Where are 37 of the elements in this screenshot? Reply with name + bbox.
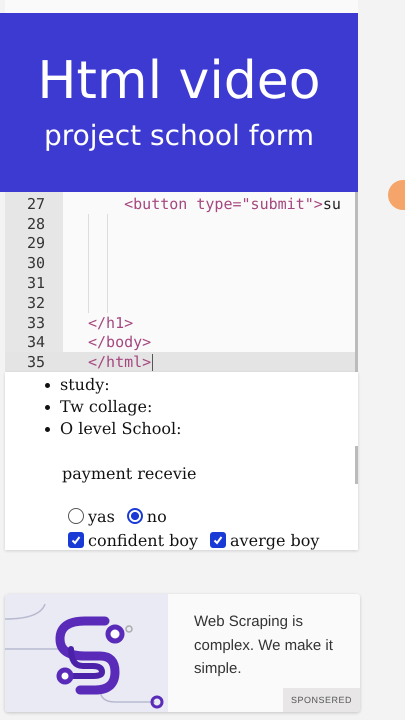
- line-number: 31: [26, 274, 46, 292]
- code-text: </h1>: [88, 314, 134, 332]
- checkbox[interactable]: [68, 532, 84, 548]
- line-number: 35: [26, 353, 46, 372]
- code-text: <button type="submit">su: [123, 194, 341, 213]
- ad-text: Web Scraping is complex. We make it simple.: [194, 612, 334, 679]
- list-item: Tw collage:: [60, 396, 152, 418]
- radio-label: yas: [88, 506, 115, 526]
- paragraph-text: payment recevie: [62, 463, 196, 485]
- list-item: study:: [60, 374, 110, 396]
- checkbox-label: averge boy: [230, 530, 320, 550]
- sponsored-label: SPONSERED: [282, 688, 360, 712]
- check-icon: [212, 534, 224, 546]
- scrollbar[interactable]: [355, 446, 358, 484]
- bullet-icon: [45, 404, 50, 410]
- code-text: </body>: [88, 333, 152, 352]
- line-number: 30: [26, 254, 46, 272]
- caption-subtitle: project school form: [44, 118, 314, 152]
- check-icon: [70, 534, 82, 546]
- line-number: 28: [26, 214, 46, 233]
- ad-card[interactable]: Web Scraping is complex. We make it simple. SPONSERED: [5, 594, 360, 712]
- code-text: </html>: [88, 353, 152, 372]
- radio-button[interactable]: [68, 508, 84, 524]
- code-editor[interactable]: 27 <button type="submit">su 28 29 30 31 32 33 </h1> 34 </body> 35 </html>: [5, 192, 358, 372]
- line-number: 29: [26, 234, 46, 252]
- line-number: 34: [26, 333, 46, 352]
- radio-label: no: [146, 506, 167, 526]
- caption-title: Html video: [37, 53, 321, 111]
- line-number: 32: [26, 294, 46, 312]
- checkbox[interactable]: [210, 532, 226, 548]
- line-number: 33: [26, 314, 46, 332]
- list-item: O level School:: [60, 418, 182, 440]
- radio-button[interactable]: [126, 508, 143, 524]
- bullet-icon: [45, 426, 50, 432]
- checkbox-label: confident boy: [88, 530, 198, 550]
- line-number: 27: [26, 194, 46, 213]
- bullet-icon: [45, 382, 50, 388]
